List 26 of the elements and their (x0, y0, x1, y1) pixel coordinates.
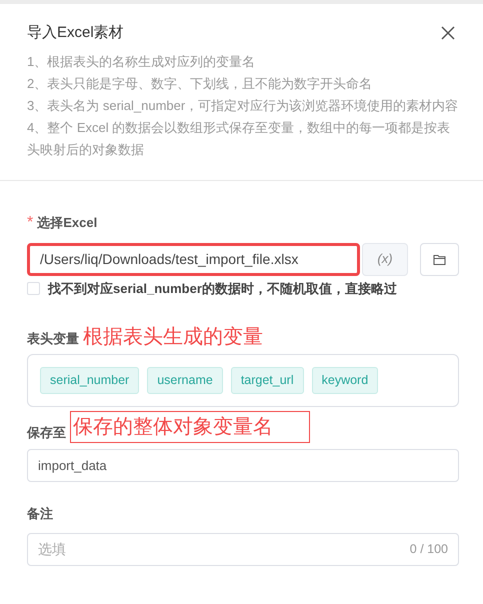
annotation-text: 保存的整体对象变量名 (70, 410, 310, 443)
file-path-field[interactable]: /Users/liq/Downloads/test_import_file.xlsx (27, 242, 360, 276)
dialog-title: 导入Excel素材 (27, 23, 124, 43)
field-label: 保存至 (27, 424, 66, 442)
variable-tag: target_url (230, 367, 304, 394)
checkbox[interactable] (27, 282, 40, 295)
folder-icon (433, 254, 446, 264)
close-button[interactable] (440, 25, 456, 42)
folder-button[interactable] (420, 242, 459, 276)
annotation-text: 根据表头生成的变量 (83, 326, 263, 348)
variable-name-field[interactable]: import_data (27, 448, 459, 482)
instruction-text: 2、表头只能是字母、数字、下划线，且不能为数字开头命名 (27, 74, 374, 92)
field-label: 选择Excel (37, 214, 98, 232)
variable-tag: username (147, 367, 223, 394)
checkbox-label: 找不到对应serial_number的数据时，不随机取值，直接略过 (48, 280, 397, 298)
field-label: 备注 (27, 504, 54, 523)
required-mark: * (27, 212, 34, 232)
variable-tag: keyword (312, 367, 378, 394)
character-counter: 0 / 100 (410, 541, 448, 558)
instruction-text: 3、表头名为 serial_number，可指定对应行为该浏览器环境使用的素材内容 (27, 96, 460, 115)
variable-tag: serial_number (40, 367, 140, 394)
close-icon (440, 25, 456, 42)
placeholder-text: 选填 (38, 540, 66, 560)
instruction-text: 4、整个 Excel 的数据会以数组形式保存至变量，数组中的每一项都是按表头映射后的对象数据 (27, 118, 452, 158)
field-label: 表头变量 (27, 330, 79, 348)
instruction-text: 1、根据表头的名称生成对应列的变量名 (27, 52, 256, 70)
